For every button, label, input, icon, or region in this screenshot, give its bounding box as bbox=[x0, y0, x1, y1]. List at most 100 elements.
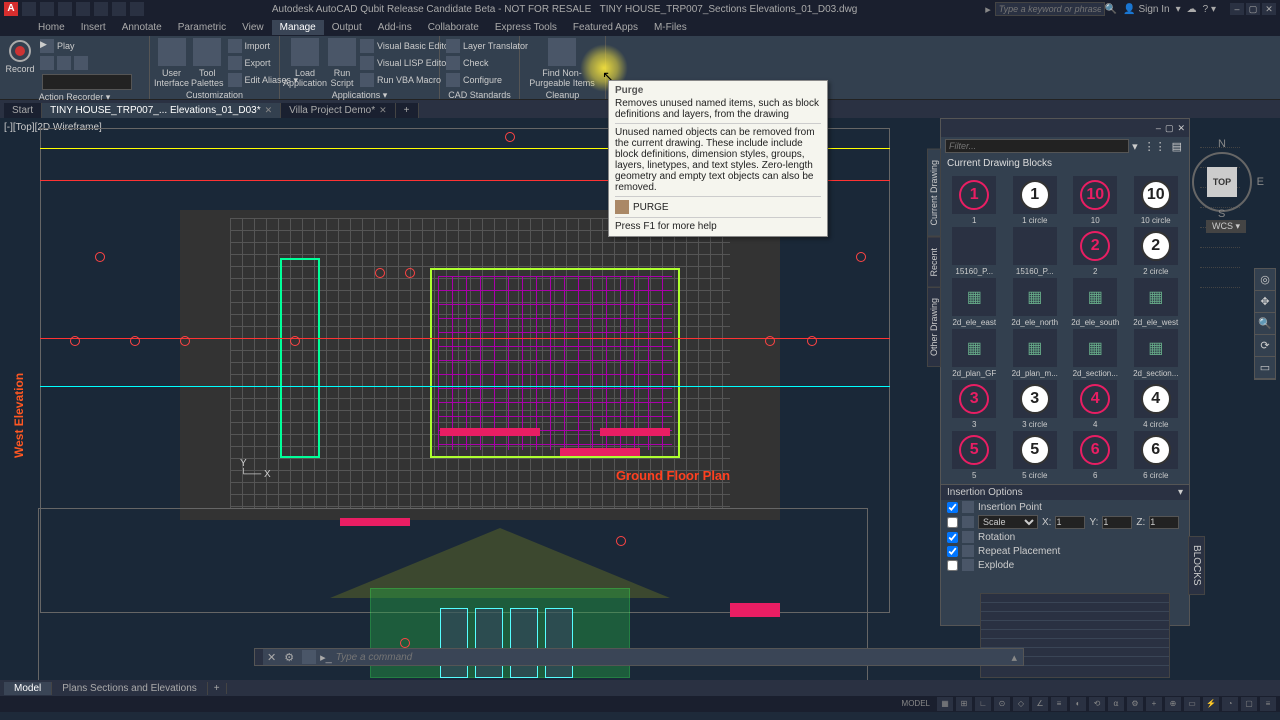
block-thumbnail[interactable]: ▦2d_ele_west bbox=[1127, 278, 1186, 327]
wcs-dropdown[interactable]: WCS ▾ bbox=[1206, 220, 1246, 233]
tool-palettes-button[interactable]: Tool Palettes bbox=[191, 38, 224, 88]
tab-view[interactable]: View bbox=[234, 20, 272, 35]
check-button[interactable]: Check bbox=[444, 55, 530, 71]
palette-max-icon[interactable]: ▢ bbox=[1165, 123, 1174, 134]
help-icon[interactable]: ? ▾ bbox=[1203, 4, 1216, 15]
viewcube-top[interactable]: TOP bbox=[1207, 167, 1237, 197]
tab-insert[interactable]: Insert bbox=[73, 20, 114, 35]
list-view-icon[interactable]: ⋮⋮ bbox=[1141, 140, 1169, 153]
block-thumbnail[interactable]: 1010 circle bbox=[1127, 176, 1186, 225]
block-thumbnail[interactable]: 22 circle bbox=[1127, 227, 1186, 276]
cmdline-close-icon[interactable]: ✕ bbox=[263, 651, 280, 664]
transparency-toggle-icon[interactable]: ◐ bbox=[1070, 697, 1086, 711]
load-application-button[interactable]: Load Application bbox=[284, 38, 326, 88]
record-button[interactable]: Record bbox=[4, 38, 36, 74]
minimize-button[interactable]: – bbox=[1230, 3, 1244, 15]
infocenter-arrow-icon[interactable]: ▸ bbox=[985, 3, 991, 16]
drawing-tab[interactable]: TINY HOUSE_TRP007_... Elevations_01_D03*… bbox=[42, 103, 281, 118]
osnap-toggle-icon[interactable]: ◇ bbox=[1013, 697, 1029, 711]
user-interface-button[interactable]: User Interface bbox=[154, 38, 189, 88]
qat-redo-icon[interactable] bbox=[130, 2, 144, 16]
qat-undo-icon[interactable] bbox=[112, 2, 126, 16]
drawing-tab[interactable]: Start bbox=[4, 103, 42, 118]
scale-checkbox[interactable] bbox=[947, 517, 958, 528]
units-icon[interactable]: ⊕ bbox=[1165, 697, 1181, 711]
action-toolbar-icon[interactable] bbox=[38, 55, 132, 71]
isolate-icon[interactable]: ◔ bbox=[1222, 697, 1238, 711]
play-button[interactable]: ▶Play bbox=[38, 38, 132, 54]
cleanscreen-icon[interactable]: ▢ bbox=[1241, 697, 1257, 711]
viewcube-north[interactable]: N bbox=[1218, 138, 1226, 150]
block-thumbnail[interactable]: 15160_P... bbox=[1006, 227, 1065, 276]
block-thumbnail[interactable]: 66 circle bbox=[1127, 431, 1186, 480]
tab-add-ins[interactable]: Add-ins bbox=[370, 20, 420, 35]
tab-express-tools[interactable]: Express Tools bbox=[487, 20, 565, 35]
qat-new-icon[interactable] bbox=[22, 2, 36, 16]
options-header[interactable]: Insertion Options ▾ bbox=[941, 485, 1189, 500]
app-logo[interactable]: A bbox=[4, 2, 18, 16]
tab-featured-apps[interactable]: Featured Apps bbox=[565, 20, 646, 35]
palette-min-icon[interactable]: – bbox=[1156, 123, 1161, 133]
tab-parametric[interactable]: Parametric bbox=[170, 20, 234, 35]
find-button[interactable]: Find Non-Purgeable Items bbox=[524, 38, 600, 88]
block-thumbnail[interactable]: 22 bbox=[1066, 227, 1125, 276]
tab-annotate[interactable]: Annotate bbox=[114, 20, 170, 35]
nav-wheel-icon[interactable]: ◎ bbox=[1255, 269, 1275, 291]
viewcube[interactable]: TOP N E S WCS ▾ bbox=[1182, 142, 1262, 252]
cmdline-grip[interactable] bbox=[255, 649, 263, 665]
block-thumbnail[interactable]: ▦2d_plan_m... bbox=[1006, 329, 1065, 378]
scale-select[interactable]: Scale bbox=[978, 515, 1038, 529]
snap-toggle-icon[interactable]: ⊞ bbox=[956, 697, 972, 711]
block-thumbnail[interactable]: 33 bbox=[945, 380, 1004, 429]
block-thumbnail[interactable]: ▦2d_ele_south bbox=[1066, 278, 1125, 327]
block-thumbnail[interactable]: ▦2d_ele_north bbox=[1006, 278, 1065, 327]
block-thumbnail[interactable]: 15160_P... bbox=[945, 227, 1004, 276]
layout-tab-plans-sections-and-elevations[interactable]: Plans Sections and Elevations bbox=[52, 682, 208, 695]
cycling-toggle-icon[interactable]: ⟲ bbox=[1089, 697, 1105, 711]
nav-showmotion-icon[interactable]: ▭ bbox=[1255, 357, 1275, 379]
filter-dropdown-icon[interactable]: ▾ bbox=[1129, 140, 1141, 153]
explode-checkbox[interactable] bbox=[947, 560, 958, 571]
cmdline-options-icon[interactable]: ⚙ bbox=[280, 651, 298, 664]
quickprops-icon[interactable]: ▭ bbox=[1184, 697, 1200, 711]
action-name-input[interactable] bbox=[42, 74, 132, 90]
modelspace-toggle[interactable]: MODEL bbox=[898, 697, 934, 711]
filter-input[interactable] bbox=[945, 139, 1129, 153]
block-thumbnail[interactable]: 44 circle bbox=[1127, 380, 1186, 429]
block-thumbnail[interactable]: ▦2d_ele_east bbox=[945, 278, 1004, 327]
customize-icon[interactable]: ≡ bbox=[1260, 697, 1276, 711]
command-input[interactable] bbox=[336, 652, 1006, 663]
maximize-button[interactable]: ▢ bbox=[1246, 3, 1260, 15]
qat-saveas-icon[interactable] bbox=[76, 2, 90, 16]
close-button[interactable]: ✕ bbox=[1262, 3, 1276, 15]
nav-pan-icon[interactable]: ✥ bbox=[1255, 291, 1275, 313]
panel-label[interactable]: Applications ▾ bbox=[284, 88, 435, 101]
scale-y-input[interactable] bbox=[1102, 516, 1132, 529]
tab-output[interactable]: Output bbox=[324, 20, 370, 35]
block-thumbnail[interactable]: 1010 bbox=[1066, 176, 1125, 225]
block-thumbnail[interactable]: 33 circle bbox=[1006, 380, 1065, 429]
qat-plot-icon[interactable] bbox=[94, 2, 108, 16]
scale-z-input[interactable] bbox=[1149, 516, 1179, 529]
block-thumbnail[interactable]: 11 bbox=[945, 176, 1004, 225]
annotation-monitor-icon[interactable]: + bbox=[1146, 697, 1162, 711]
grid-toggle-icon[interactable]: ▦ bbox=[937, 697, 953, 711]
cloud-icon[interactable]: ☁ bbox=[1187, 4, 1197, 15]
block-thumbnail[interactable]: ▦2d_section... bbox=[1066, 329, 1125, 378]
search-icon[interactable]: 🔍 bbox=[1105, 4, 1117, 15]
qat-save-icon[interactable] bbox=[58, 2, 72, 16]
annoscale-icon[interactable]: ⍺ bbox=[1108, 697, 1124, 711]
workspace-icon[interactable]: ⚙ bbox=[1127, 697, 1143, 711]
block-thumbnail[interactable]: 44 bbox=[1066, 380, 1125, 429]
drawing-tab[interactable]: Villa Project Demo*✕ bbox=[281, 103, 396, 118]
polar-toggle-icon[interactable]: ⊙ bbox=[994, 697, 1010, 711]
palette-vtab-recent[interactable]: Recent bbox=[927, 237, 941, 288]
cmdline-expand-icon[interactable]: ▴ bbox=[1005, 651, 1023, 664]
block-thumbnail[interactable]: 66 bbox=[1066, 431, 1125, 480]
configure-button[interactable]: Configure bbox=[444, 72, 530, 88]
rotation-checkbox[interactable] bbox=[947, 532, 958, 543]
new-drawing-tab[interactable]: + bbox=[396, 103, 419, 118]
block-thumbnail[interactable]: ▦2d_plan_GF bbox=[945, 329, 1004, 378]
palette-close-icon[interactable]: ✕ bbox=[1177, 123, 1185, 134]
search-input[interactable] bbox=[995, 2, 1105, 16]
